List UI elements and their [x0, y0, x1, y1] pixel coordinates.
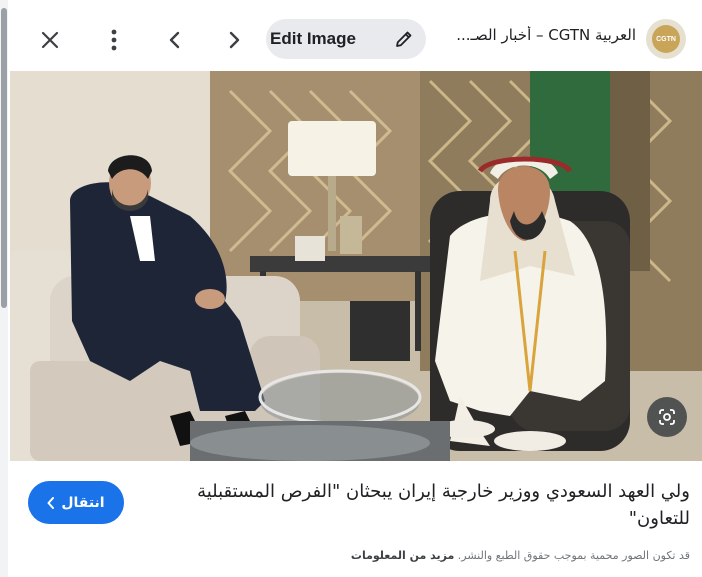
source-site-logo[interactable]: CGTN: [646, 19, 686, 59]
scrollbar-thumb[interactable]: [1, 8, 7, 308]
chevron-right-icon: [229, 31, 240, 49]
scrollbar[interactable]: [0, 0, 8, 577]
image-caption[interactable]: ولي العهد السعودي ووزير خارجية إيران يبح…: [150, 478, 690, 532]
lens-icon: [659, 409, 675, 425]
edit-image-label: Edit Image: [270, 29, 356, 48]
photo-illustration: [10, 71, 702, 461]
cgtn-logo-icon: CGTN: [652, 25, 680, 53]
more-vert-icon: [111, 29, 117, 51]
chevron-left-icon: [47, 496, 55, 509]
preview-image[interactable]: [10, 71, 702, 461]
previous-image-button[interactable]: [155, 20, 195, 60]
source-site-title[interactable]: العربية CGTN – أخبار الصـ...: [436, 26, 636, 54]
lens-search-button[interactable]: [647, 397, 687, 437]
copyright-text: قد تكون الصور محمية بموجب حقوق الطبع وال…: [457, 549, 690, 562]
visit-label: انتقال: [61, 494, 105, 511]
close-icon: [41, 31, 59, 49]
copyright-notice: قد تكون الصور محمية بموجب حقوق الطبع وال…: [150, 549, 690, 562]
close-button[interactable]: [30, 20, 70, 60]
next-image-button[interactable]: [214, 20, 254, 60]
chevron-left-icon: [169, 31, 180, 49]
more-options-button[interactable]: [94, 20, 134, 60]
edit-image-button[interactable]: Edit Image: [266, 19, 426, 59]
pencil-icon: [396, 31, 412, 47]
more-info-link[interactable]: مزيد من المعلومات: [351, 549, 454, 562]
visit-button[interactable]: انتقال: [28, 481, 124, 524]
